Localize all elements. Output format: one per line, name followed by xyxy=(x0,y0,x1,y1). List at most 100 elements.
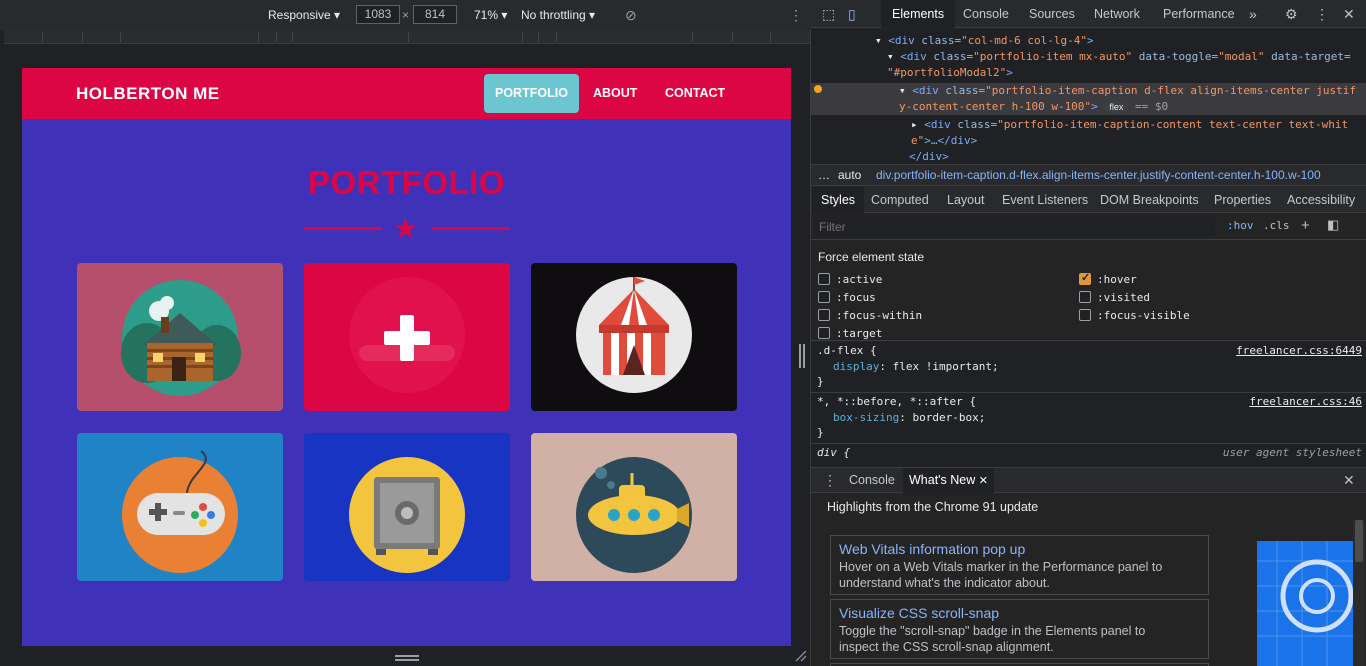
portfolio-item-controller[interactable] xyxy=(77,433,283,581)
feature-card[interactable]: Web Vitals information pop up Hover on a… xyxy=(830,535,1209,595)
drawer-tab-label: What's New xyxy=(909,473,976,487)
more-tabs-icon[interactable]: » xyxy=(1249,0,1257,28)
divider-line-left xyxy=(304,227,382,230)
device-toolbar: Responsive ▾ 1083 × 814 71% ▾ No throttl… xyxy=(0,0,811,30)
tab-layout[interactable]: Layout xyxy=(947,187,985,213)
site-brand[interactable]: HOLBERTON ME xyxy=(76,84,220,104)
breadcrumb-overflow[interactable]: … xyxy=(818,165,830,185)
state-checkbox-hover[interactable] xyxy=(1079,271,1091,285)
rule-source-link[interactable]: freelancer.css:46 xyxy=(1249,394,1362,410)
feature-card[interactable]: Visualize CSS scroll-snap Toggle the "sc… xyxy=(830,599,1209,659)
state-checkbox-focus[interactable] xyxy=(818,291,830,303)
tab-styles[interactable]: Styles xyxy=(812,187,865,213)
breadcrumb-auto[interactable]: auto xyxy=(838,165,861,185)
state-checkbox-visited[interactable] xyxy=(1079,291,1091,303)
hov-toggle[interactable]: :hov xyxy=(1227,219,1254,232)
styles-filter-input[interactable] xyxy=(815,217,1215,237)
tab-computed[interactable]: Computed xyxy=(871,187,929,213)
portfolio-item-cabin[interactable] xyxy=(77,263,283,411)
cabin-icon xyxy=(121,280,241,396)
drawer-tab-whats-new[interactable]: What's New ✕ xyxy=(903,468,994,493)
side-resize-handle[interactable] xyxy=(799,344,805,368)
sidebar-toggle-icon[interactable]: ◧ xyxy=(1327,217,1339,233)
tab-network[interactable]: Network xyxy=(1094,0,1140,28)
dom-attr-value: "portfolio-item-caption-content text-cen… xyxy=(997,118,1349,131)
state-label-active: :active xyxy=(836,273,883,286)
game-controller-icon xyxy=(122,450,238,573)
corner-resize-icon[interactable] xyxy=(795,650,807,662)
drawer-tab-console[interactable]: Console xyxy=(849,468,895,493)
bottom-resize-handle[interactable] xyxy=(395,655,419,661)
more-options-icon[interactable]: ⋮ xyxy=(789,7,803,23)
device-mode-select[interactable]: Responsive ▾ xyxy=(268,7,340,23)
dom-node-caption-content[interactable]: ▸ <div class="portfolio-item-caption-con… xyxy=(911,117,1348,133)
tab-properties[interactable]: Properties xyxy=(1214,187,1271,213)
devtools-panel: ⬚ ▯ Elements Console Sources Network Per… xyxy=(811,0,1366,666)
state-checkbox-target[interactable] xyxy=(818,327,830,339)
card-title[interactable]: Web Vitals information pop up xyxy=(839,540,1200,558)
dom-attr: class= xyxy=(921,34,962,47)
close-devtools-icon[interactable]: ✕ xyxy=(1343,6,1355,22)
portfolio-item-safe[interactable] xyxy=(304,433,510,581)
dom-attr-value: e" xyxy=(911,134,925,147)
inspect-element-icon[interactable]: ⬚ xyxy=(822,6,835,22)
state-checkbox-active[interactable] xyxy=(818,273,830,285)
close-drawer-icon[interactable]: ✕ xyxy=(1343,472,1355,488)
rule-close: } xyxy=(817,426,824,439)
state-checkbox-focus-within[interactable] xyxy=(818,309,830,321)
dom-node-caption[interactable]: ▾ <div class="portfolio-item-caption d-f… xyxy=(899,83,1356,99)
portfolio-item-circus[interactable] xyxy=(531,263,737,411)
throttling-select[interactable]: No throttling ▾ xyxy=(521,7,595,23)
rule-declaration[interactable]: display: flex !important; xyxy=(833,359,999,375)
scrollbar-thumb[interactable] xyxy=(1355,520,1363,562)
cls-toggle[interactable]: .cls xyxy=(1263,219,1290,232)
viewport-height-input[interactable]: 814 xyxy=(413,5,457,24)
dom-node-caption-content-cont: e">…</div> xyxy=(911,133,977,149)
rotate-icon[interactable]: ⊘ xyxy=(625,7,637,23)
media-query-ruler[interactable] xyxy=(4,30,810,44)
dom-node-caption-cont: y-content-center h-100 w-100"> flex == $… xyxy=(899,99,1168,115)
tab-event-listeners[interactable]: Event Listeners xyxy=(1002,187,1088,213)
dom-attr-value: "modal" xyxy=(1218,50,1265,63)
rule-declaration[interactable]: box-sizing: border-box; xyxy=(833,410,985,426)
rule-source-link[interactable]: freelancer.css:6449 xyxy=(1236,343,1362,359)
tab-dom-breakpoints[interactable]: DOM Breakpoints xyxy=(1100,187,1199,213)
rule-selector[interactable]: .d-flex { xyxy=(817,343,877,359)
drawer-menu-icon[interactable]: ⋮ xyxy=(823,472,837,488)
new-rule-icon[interactable]: + xyxy=(1301,217,1310,234)
nav-link-portfolio[interactable]: PORTFOLIO xyxy=(484,74,579,113)
nav-link-about[interactable]: ABOUT xyxy=(582,74,648,113)
card-title[interactable]: Visualize CSS scroll-snap xyxy=(839,604,1200,622)
card-description: understand what's the indicator about. xyxy=(839,576,1050,590)
close-tab-icon[interactable]: ✕ xyxy=(979,475,988,487)
tab-console[interactable]: Console xyxy=(963,0,1009,28)
dom-tree: ▾ <div class="col-md-6 col-lg-4"> ▾ <div… xyxy=(811,29,1366,164)
dom-node-col[interactable]: ▾ <div class="col-md-6 col-lg-4"> xyxy=(875,33,1094,49)
state-checkbox-focus-visible[interactable] xyxy=(1079,309,1091,321)
drawer-scrollbar[interactable] xyxy=(1353,520,1365,666)
tab-accessibility[interactable]: Accessibility xyxy=(1287,187,1355,213)
settings-gear-icon[interactable]: ⚙ xyxy=(1285,6,1298,22)
state-label-hover: :hover xyxy=(1097,273,1137,286)
rule-selector[interactable]: div { xyxy=(817,445,850,461)
tab-performance[interactable]: Performance xyxy=(1163,0,1235,28)
dom-node-portfolio-item[interactable]: ▾ <div class="portfolio-item mx-auto" da… xyxy=(887,49,1351,65)
hover-overlay xyxy=(349,277,465,393)
divider-line-right xyxy=(432,227,510,230)
breadcrumb-current[interactable]: div.portfolio-item-caption.d-flex.align-… xyxy=(876,165,1321,185)
css-rules-pane: .d-flex { freelancer.css:6449 display: f… xyxy=(811,342,1366,466)
dom-tag: <div xyxy=(924,118,951,131)
tab-sources[interactable]: Sources xyxy=(1029,0,1075,28)
flex-badge[interactable]: flex xyxy=(1104,101,1129,113)
portfolio-item-hover[interactable] xyxy=(304,263,510,411)
zoom-select[interactable]: 71% ▾ xyxy=(474,7,507,23)
tab-elements[interactable]: Elements xyxy=(881,0,956,28)
nav-link-contact[interactable]: CONTACT xyxy=(654,74,736,113)
viewport-width-input[interactable]: 1083 xyxy=(356,5,400,24)
portfolio-item-submarine[interactable] xyxy=(531,433,737,581)
rule-selector[interactable]: *, *::before, *::after { xyxy=(817,394,976,410)
device-toggle-icon[interactable]: ▯ xyxy=(848,6,856,22)
breadcrumb: … auto div.portfolio-item-caption.d-flex… xyxy=(811,164,1366,186)
customize-menu-icon[interactable]: ⋮ xyxy=(1315,6,1329,22)
force-state-title: Force element state xyxy=(818,250,925,264)
